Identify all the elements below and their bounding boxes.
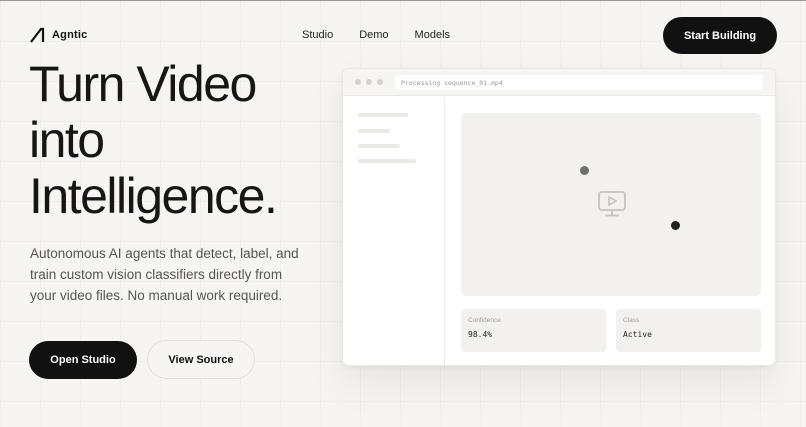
top-nav: Studio Demo Models [302, 29, 450, 41]
sidebar-placeholder [358, 113, 408, 117]
stat-label: Confidence [468, 317, 501, 324]
hero-subtitle: Autonomous AI agents that detect, label,… [30, 246, 299, 303]
app-preview-window: Processing sequence_01.mp4 Confidence 98… [342, 68, 776, 366]
hero-title-line: into [29, 112, 105, 168]
window-dot-icon [377, 79, 383, 85]
brand-logo[interactable]: Agntic [30, 27, 87, 43]
detection-marker [580, 166, 589, 175]
start-building-button[interactable]: Start Building [663, 17, 777, 54]
class-stat: Class Active [616, 309, 761, 352]
hero-title-line: Intelligence. [29, 168, 278, 224]
address-bar: Processing sequence_01.mp4 [395, 75, 763, 90]
sidebar-placeholder [358, 144, 400, 148]
hero-title-line: Turn Video [29, 56, 257, 112]
hero-title: Turn Video into Intelligence. [29, 56, 278, 224]
open-studio-button[interactable]: Open Studio [29, 341, 137, 379]
sidebar-placeholder [358, 129, 390, 133]
detection-marker [671, 221, 680, 230]
stat-value: Active [623, 330, 652, 339]
window-dot-icon [366, 79, 372, 85]
video-play-icon [598, 191, 626, 217]
brand-name: Agntic [52, 29, 88, 41]
window-controls [355, 79, 383, 85]
window-dot-icon [355, 79, 361, 85]
confidence-stat: Confidence 98.4% [461, 309, 606, 352]
logo-mark-icon [30, 27, 45, 43]
window-titlebar: Processing sequence_01.mp4 [343, 69, 775, 96]
nav-item-models[interactable]: Models [415, 29, 450, 41]
nav-item-studio[interactable]: Studio [302, 29, 333, 41]
sidebar-placeholder [358, 159, 416, 163]
stat-value: 98.4% [468, 330, 493, 339]
stat-label: Class [623, 317, 640, 324]
nav-item-demo[interactable]: Demo [359, 29, 388, 41]
video-canvas[interactable] [461, 113, 761, 296]
window-sidebar [343, 97, 445, 365]
view-source-button[interactable]: View Source [147, 340, 255, 379]
